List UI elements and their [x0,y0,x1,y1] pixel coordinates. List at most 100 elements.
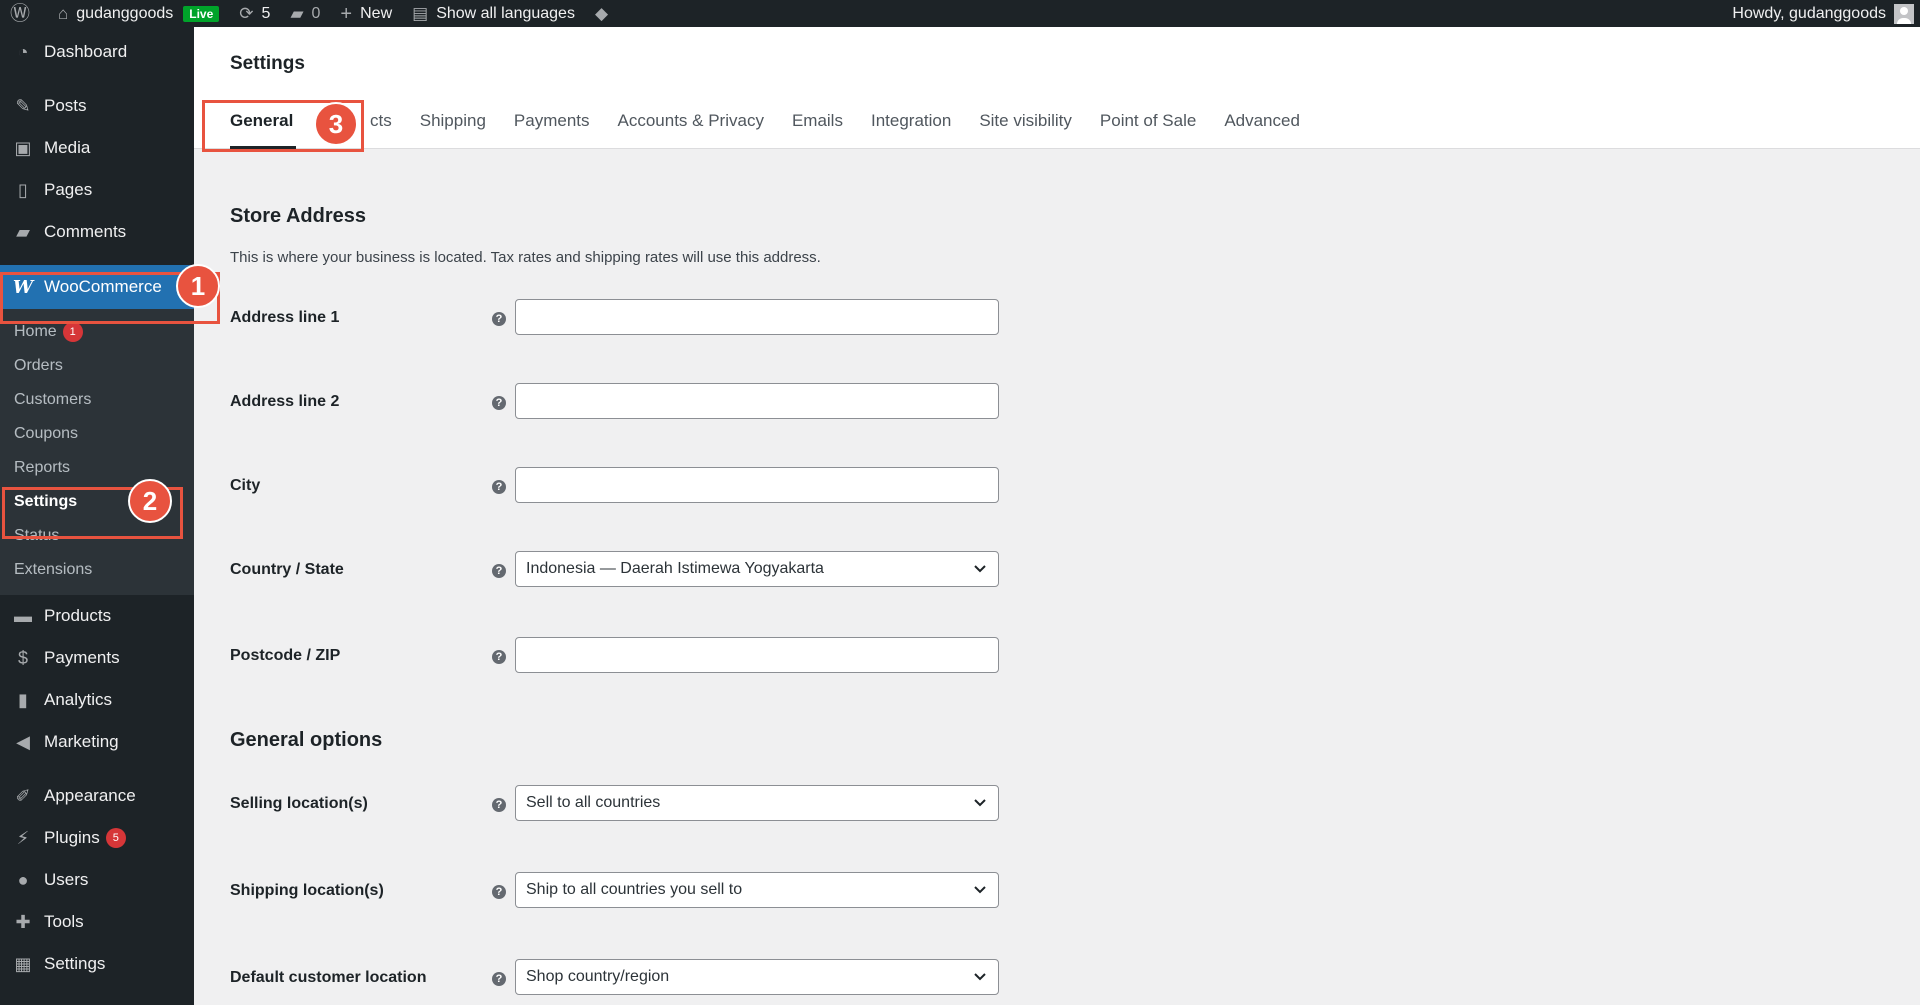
sidebar-item-posts[interactable]: ✎ Posts [0,85,194,127]
help-icon[interactable]: ? [492,798,506,812]
home-icon: ⌂ [58,4,69,23]
country-state-label: Country / State [230,561,344,578]
sidebar-item-analytics[interactable]: ▮ Analytics [0,679,194,721]
site-name: gudanggoods [76,4,174,22]
country-state-select[interactable]: Indonesia — Daerah Istimewa Yogyakarta [515,551,999,587]
help-icon[interactable]: ? [492,650,506,664]
general-options-title: General options [230,729,383,751]
tab-label: Emails [791,111,843,130]
tab-shipping[interactable]: Shipping [406,111,500,149]
wordpress-logo-button[interactable]: Ⓦ [0,0,48,27]
sidebar-item-products[interactable]: ▬ Products [0,595,194,637]
address-line-1-input[interactable] [515,299,999,335]
submenu-item-label: Status [14,527,60,544]
tab-advanced[interactable]: Advanced [1210,111,1314,149]
annotation-number-2: 2 [128,479,172,523]
shipping-locations-select[interactable]: Ship to all countries you sell to [515,872,999,908]
sidebar-item-tools[interactable]: ✚ Tools [0,901,194,943]
sidebar-item-media[interactable]: ▣ Media [0,127,194,169]
tab-point-of-sale[interactable]: Point of Sale [1086,111,1210,149]
sidebar-item-plugins[interactable]: ⚡ Plugins 5 [0,817,194,859]
my-account-link[interactable]: Howdy, gudanggoods [1722,0,1920,27]
city-input[interactable] [515,467,999,503]
sidebar-item-woocommerce[interactable]: W WooCommerce [0,265,194,309]
tab-emails[interactable]: Emails [778,111,857,149]
tab-label: Payments [513,111,590,130]
submenu-item-orders[interactable]: Orders [0,349,194,383]
submenu-item-coupons[interactable]: Coupons [0,417,194,451]
pin-icon: ✎ [15,95,31,116]
tab-site-visibility[interactable]: Site visibility [965,111,1086,149]
tab-integration[interactable]: Integration [857,111,965,149]
select-value: Sell to all countries [526,794,661,811]
default-customer-location-label: Default customer location [230,969,427,986]
wrench-icon: ✚ [15,911,31,932]
woocommerce-icon: W [12,276,34,298]
tab-accounts-privacy[interactable]: Accounts & Privacy [604,111,778,149]
tab-label: Site visibility [979,111,1072,130]
default-customer-location-select[interactable]: Shop country/region [515,959,999,995]
help-icon[interactable]: ? [492,972,506,986]
tab-payments[interactable]: Payments [500,111,604,149]
sidebar-item-payments[interactable]: $ Payments [0,637,194,679]
annotation-number-1: 1 [176,264,220,308]
woocommerce-submenu: Home 1 Orders Customers Coupons Reports … [0,309,194,595]
tab-label: cts [370,111,392,130]
plugin-icon: ⚡ [16,827,30,848]
howdy-text: Howdy, gudanggoods [1732,4,1886,22]
comments-link[interactable]: ▰ 0 [280,0,330,27]
sidebar-item-appearance[interactable]: ✐ Appearance [0,775,194,817]
updates-icon: ⟳ [239,4,254,23]
submenu-item-reports[interactable]: Reports [0,451,194,485]
address-line-2-input[interactable] [515,383,999,419]
submenu-item-label: Extensions [14,561,93,578]
diamond-menu[interactable]: ◆ [585,0,626,27]
submenu-item-extensions[interactable]: Extensions [0,553,194,587]
selling-locations-label: Selling location(s) [230,795,368,812]
tab-label: Point of Sale [1099,111,1197,130]
languages-label: Show all languages [436,4,575,22]
updates-count: 5 [261,4,271,22]
sidebar-item-dashboard[interactable]: ◔ Dashboard [0,31,194,73]
user-icon: ● [17,869,29,890]
translate-icon: ▤ [412,4,429,23]
sidebar-item-comments[interactable]: ▰ Comments [0,211,194,253]
submenu-item-status[interactable]: Status [0,519,194,553]
sidebar-item-users[interactable]: ● Users [0,859,194,901]
analytics-icon: ▮ [18,689,28,710]
media-icon: ▣ [14,137,32,158]
address-line-1-label: Address line 1 [230,309,340,326]
help-icon[interactable]: ? [492,480,506,494]
store-address-title: Store Address [230,205,366,227]
help-icon[interactable]: ? [492,564,506,578]
help-icon[interactable]: ? [492,885,506,899]
sidebar-item-marketing[interactable]: ◀ Marketing [0,721,194,763]
settings-tabs: General cts Shipping Payments Accounts &… [230,111,1314,149]
sidebar-item-label: Products [44,606,112,625]
submenu-item-home[interactable]: Home 1 [0,315,194,349]
home-count-badge: 1 [62,322,83,342]
help-icon[interactable]: ? [492,396,506,410]
settings-icon: ▦ [14,953,32,974]
sidebar-item-label: Comments [44,222,127,241]
sidebar-item-label: Posts [44,96,87,115]
sidebar-item-label: Pages [44,180,93,199]
postcode-input[interactable] [515,637,999,673]
help-icon[interactable]: ? [492,312,506,326]
sidebar-item-label: Users [44,870,89,889]
shipping-locations-label: Shipping location(s) [230,882,384,899]
sidebar-item-pages[interactable]: ▯ Pages [0,169,194,211]
tab-general[interactable]: General [230,111,310,149]
select-value: Indonesia — Daerah Istimewa Yogyakarta [526,560,824,577]
comment-icon: ▰ [16,221,30,242]
new-content-link[interactable]: + New [330,0,402,27]
comments-count: 0 [311,4,321,22]
languages-link[interactable]: ▤ Show all languages [402,0,585,27]
submenu-item-customers[interactable]: Customers [0,383,194,417]
selling-locations-select[interactable]: Sell to all countries [515,785,999,821]
sidebar-item-settings[interactable]: ▦ Settings [0,943,194,985]
updates-link[interactable]: ⟳ 5 [229,0,280,27]
brush-icon: ✐ [15,785,31,806]
plus-icon: + [340,2,353,25]
site-name-link[interactable]: ⌂ gudanggoods Live [48,0,229,27]
